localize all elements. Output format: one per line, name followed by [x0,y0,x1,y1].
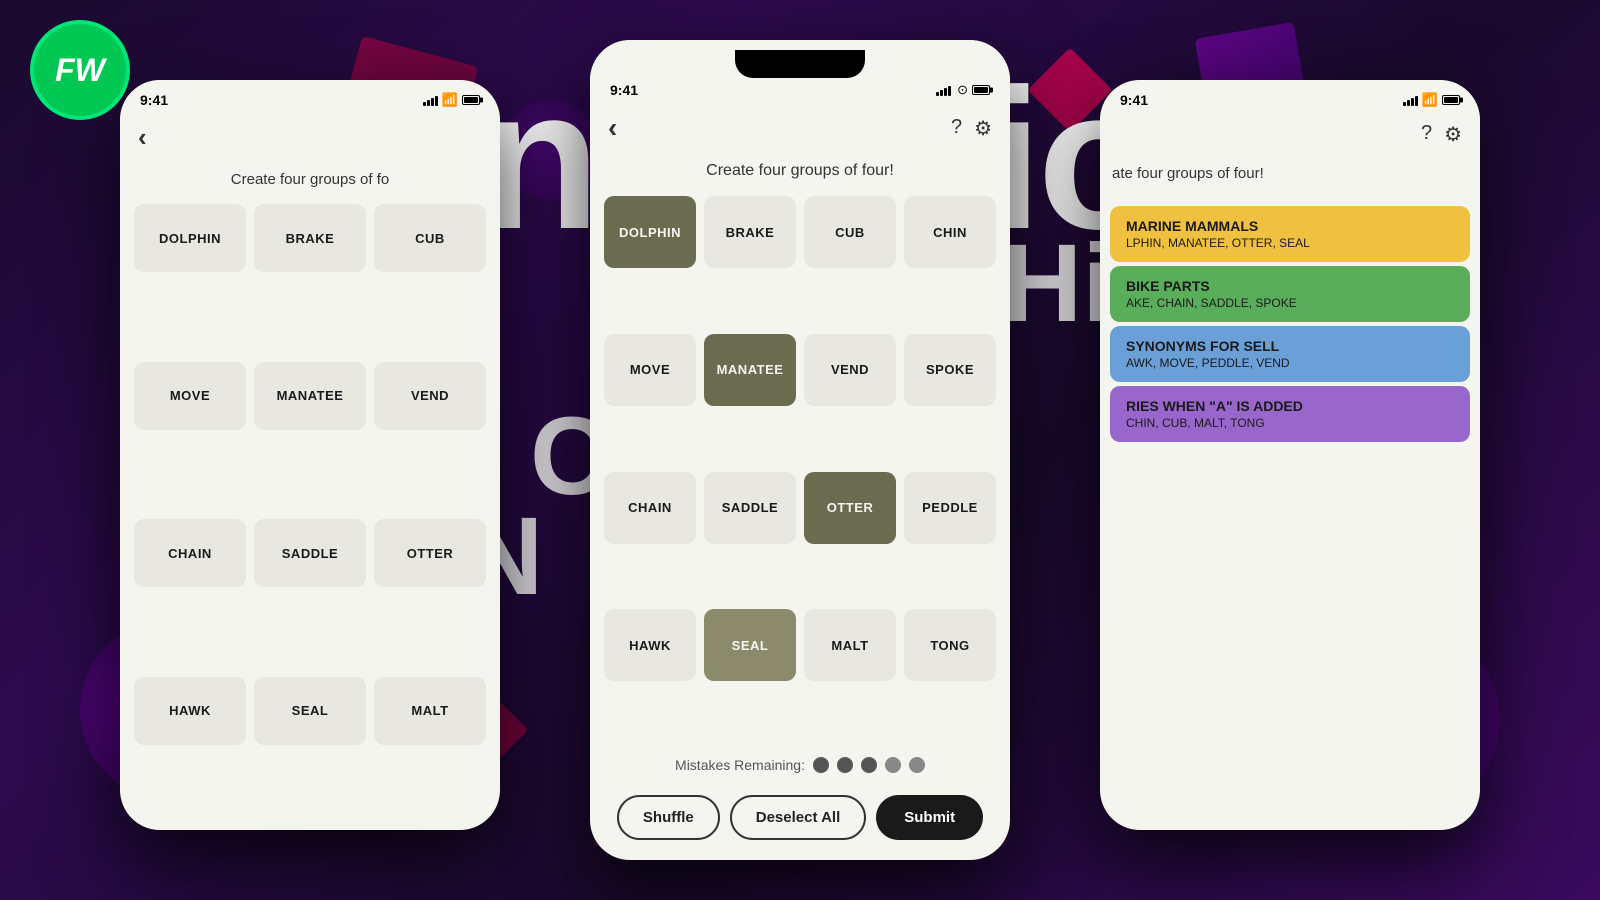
battery-icon-center [972,85,990,95]
tile-malt[interactable]: MALT [804,609,896,681]
tile-vend[interactable]: VEND [804,334,896,406]
card-words-words: CHIN, CUB, MALT, TONG [1126,416,1454,430]
tile-move[interactable]: MOVE [604,334,696,406]
subtitle-left: Create four groups of fo [120,163,500,200]
tile-hawk[interactable]: HAWK [604,609,696,681]
shuffle-button[interactable]: Shuffle [617,795,720,840]
tile-brake-left[interactable]: BRAKE [254,204,366,272]
header-icons-right: ? ⚙ [1421,122,1462,147]
submit-button[interactable]: Submit [876,795,983,840]
tile-cub[interactable]: CUB [804,196,896,268]
phone-center: 9:41 ⊙ ‹ ? ⚙ Create four groups [590,40,1010,860]
card-words-sell: AWK, MOVE, PEDDLE, VEND [1126,356,1454,370]
tile-manatee[interactable]: MANATEE [704,334,796,406]
mistake-dot-1 [813,757,829,773]
settings-icon-right[interactable]: ⚙ [1444,122,1462,147]
tile-move-left[interactable]: MOVE [134,362,246,430]
tile-saddle-left[interactable]: SADDLE [254,519,366,587]
mistakes-row: Mistakes Remaining: [590,743,1010,787]
tile-dolphin-left[interactable]: DOLPHIN [134,204,246,272]
back-button-center[interactable]: ‹ [608,112,617,144]
status-time-center: 9:41 [610,82,638,98]
tile-vend-left[interactable]: VEND [374,362,486,430]
buttons-row: Shuffle Deselect All Submit [590,787,1010,860]
fw-logo-text: FW [55,52,105,89]
result-card-bike: BIKE PARTS AKE, CHAIN, SADDLE, SPOKE [1110,266,1470,322]
tile-chain[interactable]: CHAIN [604,472,696,544]
tile-seal[interactable]: SEAL [704,609,796,681]
tile-tong[interactable]: TONG [904,609,996,681]
status-bar-left: 9:41 📶 [120,80,500,112]
word-grid-center: DOLPHIN BRAKE CUB CHIN MOVE MANATEE VEND… [590,192,1010,743]
mistake-dot-5 [909,757,925,773]
mistakes-label: Mistakes Remaining: [675,757,805,773]
tile-malt-left[interactable]: MALT [374,677,486,745]
tile-brake[interactable]: BRAKE [704,196,796,268]
result-card-sell: SYNONYMS FOR SELL AWK, MOVE, PEDDLE, VEN… [1110,326,1470,382]
subtitle-center: Create four groups of four! [590,154,1010,192]
back-button-left[interactable]: ‹ [138,122,147,153]
status-icons-left: 📶 [423,92,480,108]
tile-seal-left[interactable]: SEAL [254,677,366,745]
card-title-sell: SYNONYMS FOR SELL [1126,338,1454,354]
mistake-dot-4 [885,757,901,773]
tile-saddle[interactable]: SADDLE [704,472,796,544]
tile-chin[interactable]: CHIN [904,196,996,268]
phone-notch [735,50,865,78]
signal-icon-right [1403,94,1418,106]
result-cards-container: MARINE MAMMALS LPHIN, MANATEE, OTTER, SE… [1100,194,1480,830]
phone-right: 9:41 📶 ? ⚙ ate four groups of [1100,80,1480,830]
header-icons-center: ? ⚙ [951,116,992,141]
card-words-bike: AKE, CHAIN, SADDLE, SPOKE [1126,296,1454,310]
signal-icon-left [423,94,438,106]
settings-icon-center[interactable]: ⚙ [974,116,992,141]
signal-icon-center [936,84,951,96]
status-icons-center: ⊙ [936,82,990,98]
status-time-left: 9:41 [140,92,168,108]
wifi-icon-left: 📶 [442,92,458,108]
status-icons-right: 📶 [1403,92,1460,108]
battery-icon-right [1442,95,1460,105]
mistake-dot-3 [861,757,877,773]
card-title-marine: MARINE MAMMALS [1126,218,1454,234]
battery-icon-left [462,95,480,105]
tile-chain-left[interactable]: CHAIN [134,519,246,587]
result-card-marine: MARINE MAMMALS LPHIN, MANATEE, OTTER, SE… [1110,206,1470,262]
subtitle-right: ate four groups of four! [1100,157,1480,194]
help-icon-right[interactable]: ? [1421,122,1432,147]
card-title-bike: BIKE PARTS [1126,278,1454,294]
fw-logo: FW [30,20,130,120]
wifi-icon-right: 📶 [1422,92,1438,108]
card-title-words: RIES WHEN "A" IS ADDED [1126,398,1454,414]
phone-header-left: ‹ [120,112,500,163]
help-icon-center[interactable]: ? [951,116,962,141]
wifi-icon-center: ⊙ [957,82,968,98]
card-words-marine: LPHIN, MANATEE, OTTER, SEAL [1126,236,1454,250]
phone-header-center: ‹ ? ⚙ [590,102,1010,154]
status-bar-right: 9:41 📶 [1100,80,1480,112]
tile-cub-left[interactable]: CUB [374,204,486,272]
deselect-button[interactable]: Deselect All [730,795,867,840]
phone-header-right: ? ⚙ [1100,112,1480,157]
tile-peddle[interactable]: PEDDLE [904,472,996,544]
result-card-words: RIES WHEN "A" IS ADDED CHIN, CUB, MALT, … [1110,386,1470,442]
phone-left: 9:41 📶 ‹ Create four groups of fo DOLPHI… [120,80,500,830]
word-grid-left: DOLPHIN BRAKE CUB MOVE MANATEE VEND CHAI… [120,200,500,830]
tile-manatee-left[interactable]: MANATEE [254,362,366,430]
tile-otter-left[interactable]: OTTER [374,519,486,587]
tile-dolphin[interactable]: DOLPHIN [604,196,696,268]
tile-hawk-left[interactable]: HAWK [134,677,246,745]
status-time-right: 9:41 [1120,92,1148,108]
mistake-dot-2 [837,757,853,773]
tile-otter[interactable]: OTTER [804,472,896,544]
tile-spoke[interactable]: SPOKE [904,334,996,406]
